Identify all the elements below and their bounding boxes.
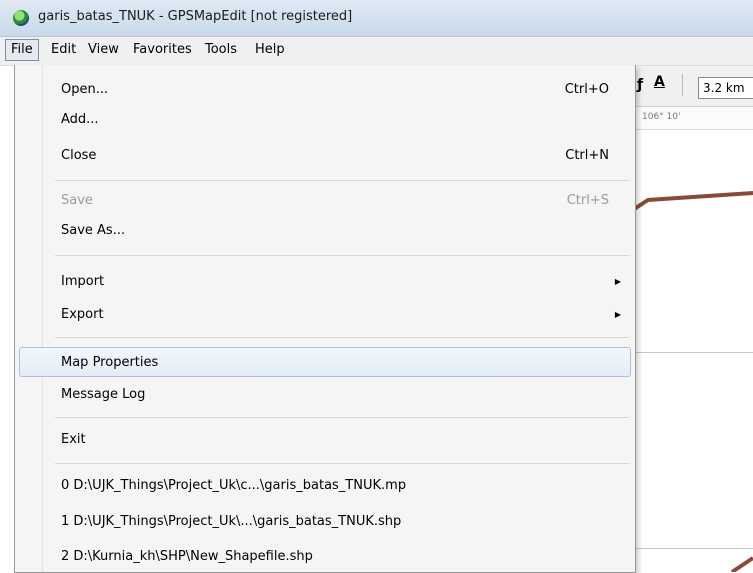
menu-item-label: Export xyxy=(61,307,104,322)
menu-separator xyxy=(55,255,629,256)
recent-file-path: 1 D:\UJK_Things\Project_Uk\...\garis_bat… xyxy=(61,514,402,529)
menu-item-export[interactable]: Export ▶ xyxy=(19,300,631,330)
menu-item-close[interactable]: Close Ctrl+N xyxy=(19,141,631,171)
menu-view[interactable]: View xyxy=(83,40,124,60)
label-font-icon[interactable]: A xyxy=(654,74,672,94)
menu-item-exit[interactable]: Exit xyxy=(19,425,631,455)
menu-item-label: Open... xyxy=(61,82,109,97)
menu-item-save: Save Ctrl+S xyxy=(19,186,631,216)
boundary-polyline xyxy=(626,191,753,215)
menu-item-message-log[interactable]: Message Log xyxy=(19,380,631,410)
menu-item-shortcut: Ctrl+N xyxy=(565,148,609,163)
menu-item-shortcut: Ctrl+O xyxy=(564,82,609,97)
recent-file-path: 2 D:\Kurnia_kh\SHP\New_Shapefile.shp xyxy=(61,549,313,564)
menu-edit[interactable]: Edit xyxy=(46,40,81,60)
menu-item-import[interactable]: Import ▶ xyxy=(19,267,631,297)
menu-item-label: Add... xyxy=(61,112,99,127)
scale-field[interactable]: 3.2 km xyxy=(698,77,753,99)
menu-separator xyxy=(55,337,629,338)
menu-favorites[interactable]: Favorites xyxy=(128,40,197,60)
menu-item-recent-file[interactable]: 0 D:\UJK_Things\Project_Uk\c...\garis_ba… xyxy=(19,471,631,501)
menu-item-shortcut: Ctrl+S xyxy=(566,193,609,208)
map-grid-line xyxy=(628,352,753,353)
submenu-arrow-icon: ▶ xyxy=(614,277,621,286)
menu-item-label: Message Log xyxy=(61,387,146,402)
app-globe-icon xyxy=(13,10,29,26)
menu-item-label: Save xyxy=(61,193,93,208)
menu-separator xyxy=(55,417,629,418)
menu-item-open[interactable]: Open... Ctrl+O xyxy=(19,75,631,105)
submenu-arrow-icon: ▶ xyxy=(614,310,621,319)
menu-item-recent-file[interactable]: 2 D:\Kurnia_kh\SHP\New_Shapefile.shp xyxy=(19,542,631,572)
menu-item-save-as[interactable]: Save As... xyxy=(19,216,631,246)
ruler-label: 106° 10' xyxy=(642,112,681,122)
menu-item-add[interactable]: Add... xyxy=(19,105,631,135)
menu-tools[interactable]: Tools xyxy=(200,40,242,60)
menu-help[interactable]: Help xyxy=(250,40,290,60)
menu-item-label: Close xyxy=(61,148,97,163)
menu-item-label: Map Properties xyxy=(61,355,159,370)
title-bar: garis_batas_TNUK - GPSMapEdit [not regis… xyxy=(0,0,753,37)
menu-item-recent-file[interactable]: 1 D:\UJK_Things\Project_Uk\...\garis_bat… xyxy=(19,507,631,537)
menu-bar: File Edit View Favorites Tools Help xyxy=(0,37,753,66)
window-title: garis_batas_TNUK - GPSMapEdit [not regis… xyxy=(38,9,353,24)
menu-separator xyxy=(55,463,629,464)
text-tool-icon[interactable]: ƒ xyxy=(637,77,643,93)
menu-item-label: Save As... xyxy=(61,223,126,238)
toolbar-separator xyxy=(682,74,683,96)
menu-item-map-properties[interactable]: Map Properties xyxy=(19,347,631,377)
menu-item-label: Import xyxy=(61,274,105,289)
map-grid-line xyxy=(628,548,753,549)
file-menu-dropdown: Open... Ctrl+O Add... Close Ctrl+N Save … xyxy=(14,65,636,573)
menu-separator xyxy=(55,180,629,181)
menu-file[interactable]: File xyxy=(5,39,39,61)
menu-item-label: Exit xyxy=(61,432,86,447)
boundary-polyline-lower xyxy=(730,556,753,572)
recent-file-path: 0 D:\UJK_Things\Project_Uk\c...\garis_ba… xyxy=(61,478,407,493)
